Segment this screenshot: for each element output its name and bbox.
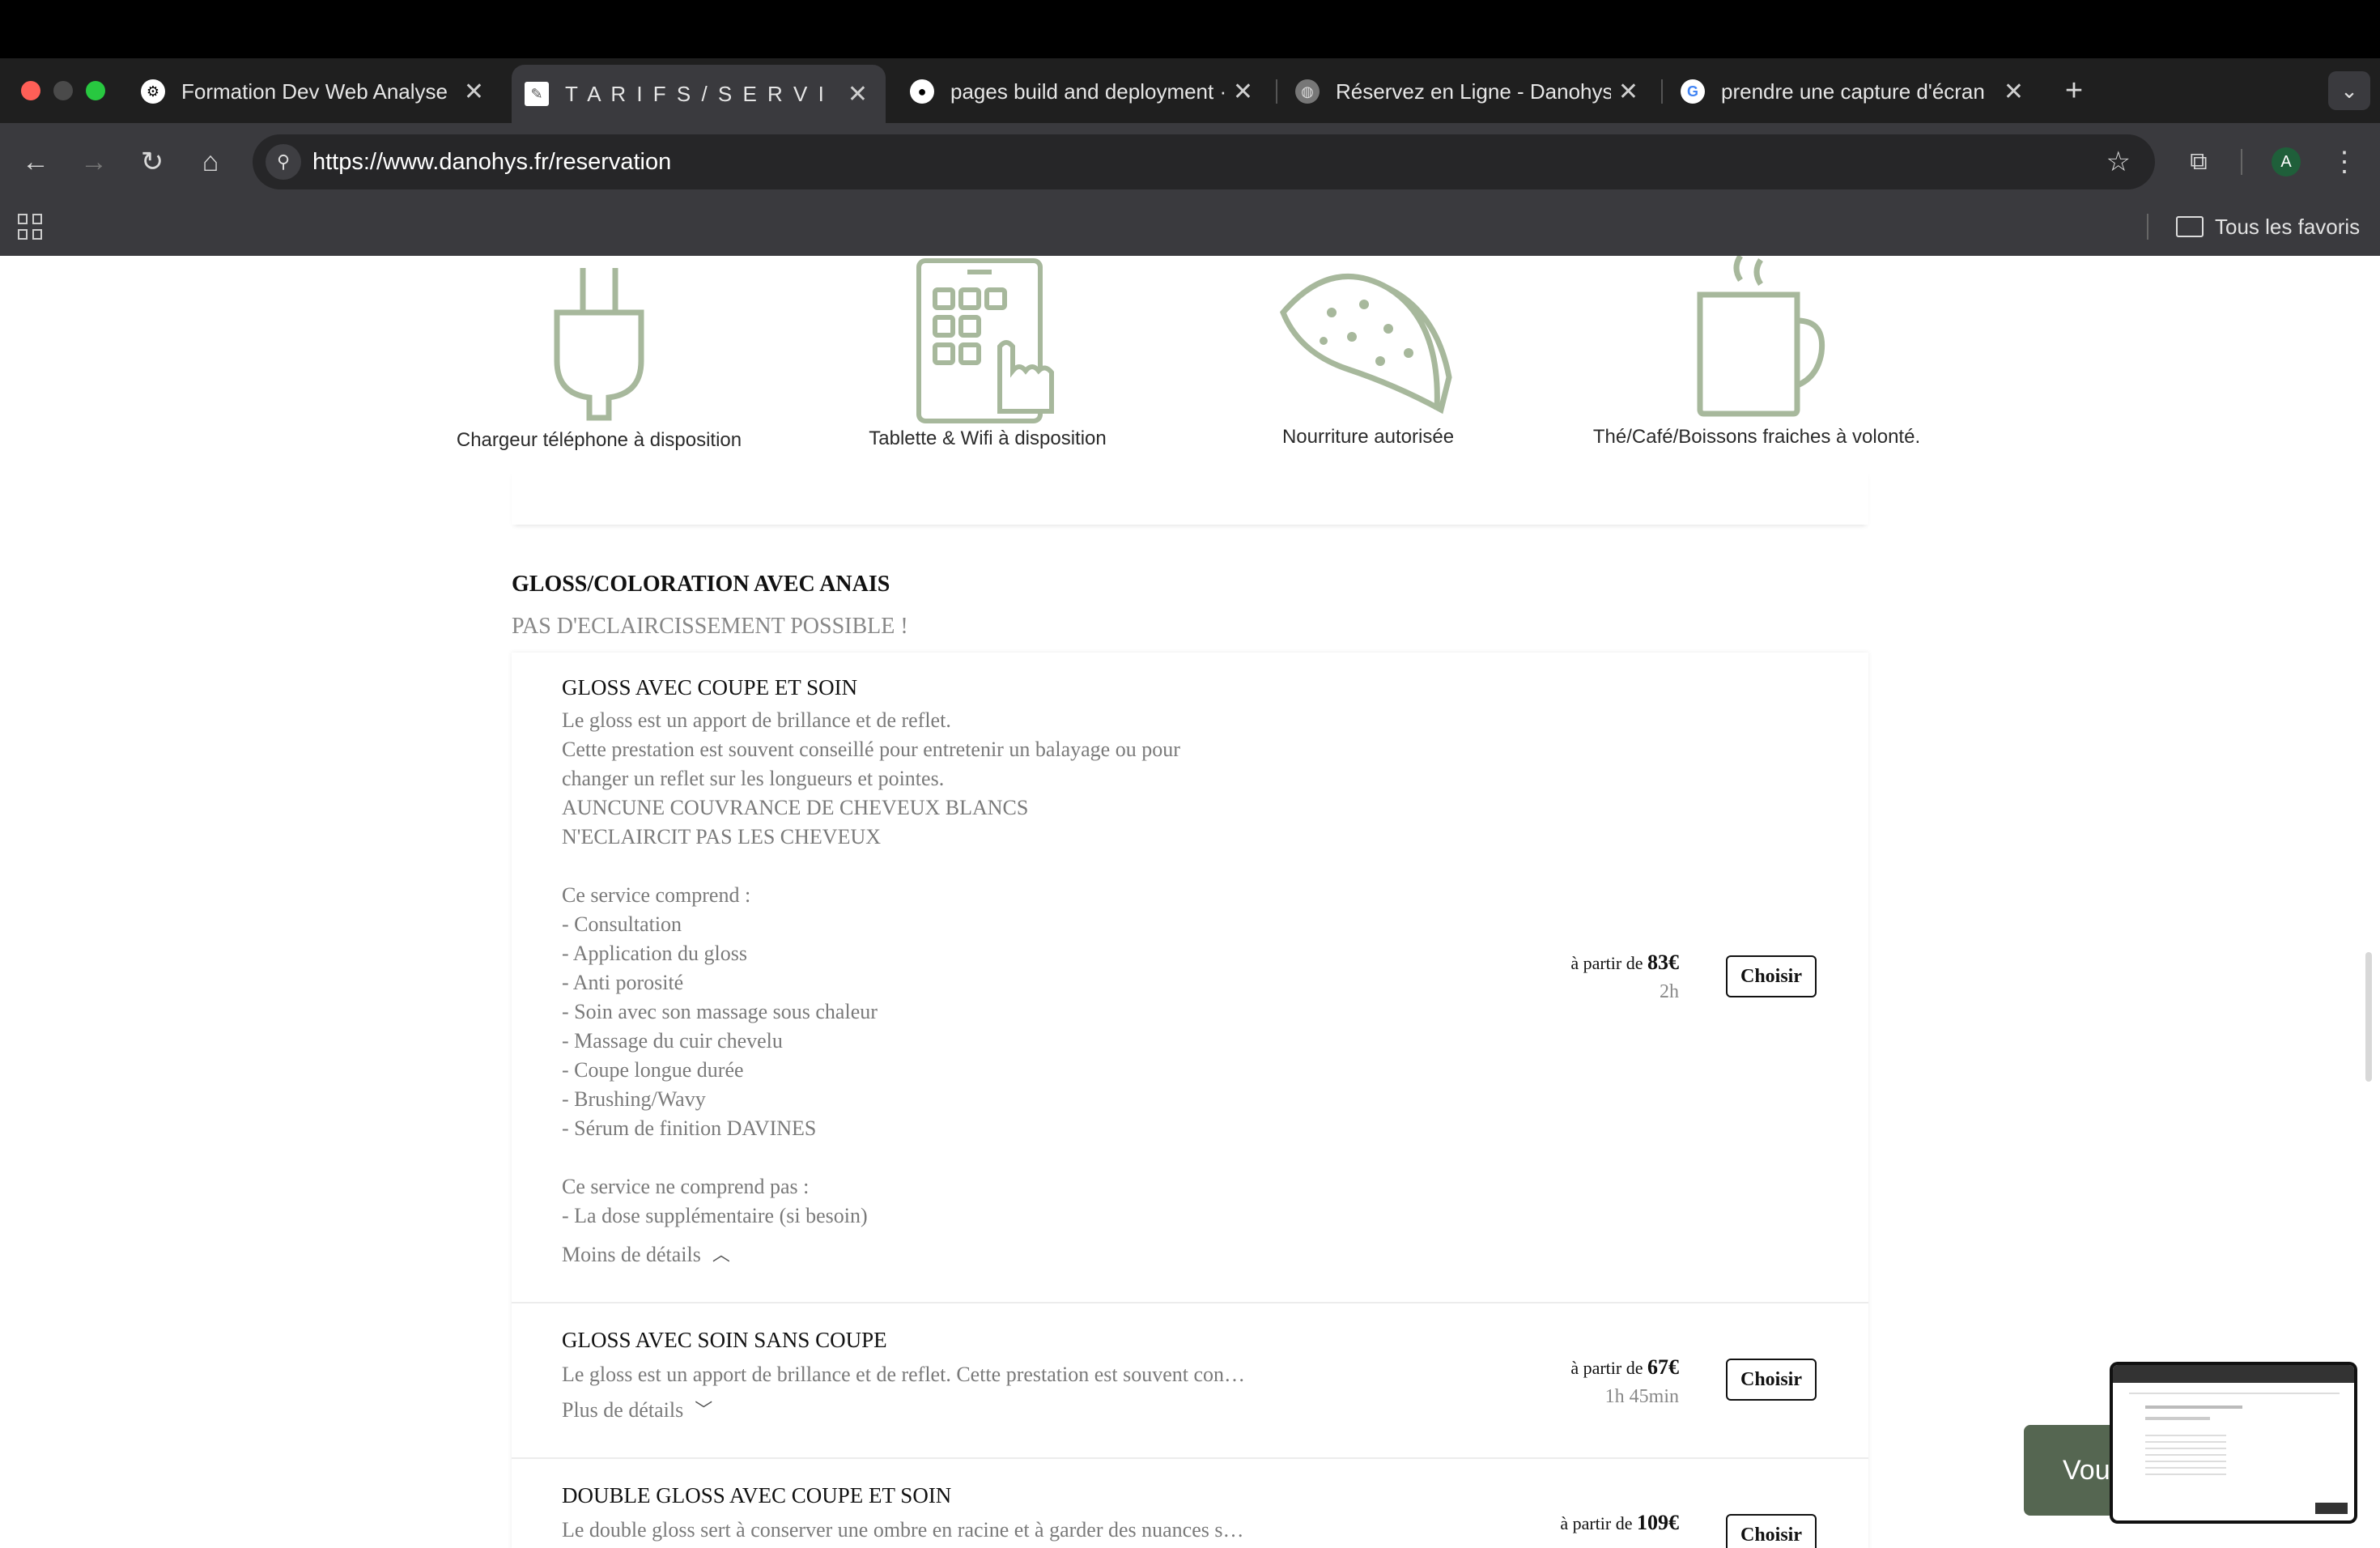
chevron-down-icon: ﹀ bbox=[695, 1400, 713, 1420]
new-tab-button[interactable]: + bbox=[2056, 73, 2092, 108]
price-block: à partir de 83€ 2h bbox=[1570, 950, 1679, 1002]
less-details-toggle[interactable]: Moins de détails ︿ bbox=[562, 1240, 730, 1269]
close-tab-icon[interactable]: ✕ bbox=[1618, 78, 1638, 106]
service-description: Le gloss est un apport de brillance et d… bbox=[562, 1363, 1246, 1386]
google-icon: G bbox=[1681, 79, 1705, 104]
price: 109€ bbox=[1637, 1511, 1679, 1534]
home-button[interactable]: ⌂ bbox=[193, 144, 228, 180]
amenity-label: Nourriture autorisée bbox=[1281, 426, 1455, 448]
service-title: GLOSS AVEC COUPE ET SOIN bbox=[562, 675, 858, 700]
folder-icon bbox=[2176, 216, 2204, 237]
tab-search-button[interactable]: ⌄ bbox=[2328, 71, 2370, 110]
tab-pages-build[interactable]: ● pages build and deployment · ✕ bbox=[890, 68, 1271, 115]
amenity-label: Thé/Café/Boissons fraiches à volonté. bbox=[1592, 426, 1921, 448]
bookmarks-bar bbox=[0, 201, 2380, 257]
price: 83€ bbox=[1647, 950, 1679, 974]
address-bar[interactable]: ⚲ https://www.danohys.fr/reservation ☆ bbox=[253, 134, 2155, 189]
all-bookmarks-folder[interactable]: Tous les favoris bbox=[2176, 212, 2360, 241]
apps-grid-icon[interactable] bbox=[18, 214, 44, 240]
site-settings-icon[interactable]: ⚲ bbox=[266, 144, 301, 180]
service-title: GLOSS AVEC SOIN SANS COUPE bbox=[562, 1328, 887, 1352]
plug-icon bbox=[554, 268, 644, 421]
price: 67€ bbox=[1647, 1355, 1679, 1379]
choose-button[interactable]: Choisir bbox=[1726, 1359, 1817, 1401]
page-content: Chargeur téléphone à disposition Tablett… bbox=[0, 256, 2380, 1548]
service-description: Le double gloss sert à conserver une omb… bbox=[562, 1518, 1244, 1542]
minimize-window-button[interactable] bbox=[53, 81, 73, 100]
tab-reservez[interactable]: ◍ Réservez en Ligne - Danohys ✕ bbox=[1276, 68, 1656, 115]
amenities-card-bottom bbox=[512, 470, 1868, 525]
close-tab-icon[interactable]: ✕ bbox=[1233, 78, 1253, 106]
more-details-toggle[interactable]: Plus de détails ﹀ bbox=[562, 1396, 712, 1425]
forward-button[interactable]: → bbox=[76, 144, 112, 180]
price-block: à partir de 109€ bbox=[1560, 1511, 1679, 1534]
close-tab-icon[interactable]: ✕ bbox=[464, 78, 484, 106]
bookmark-star-icon[interactable]: ☆ bbox=[2106, 146, 2131, 178]
mug-icon bbox=[1697, 256, 1825, 417]
amenity-charger: Chargeur téléphone à disposition bbox=[445, 256, 753, 452]
amenity-label: Tablette & Wifi à disposition bbox=[869, 427, 1107, 449]
amenity-tablet: Tablette & Wifi à disposition bbox=[834, 256, 1141, 450]
close-tab-icon[interactable]: ✕ bbox=[848, 80, 868, 108]
bookmarks-separator bbox=[2147, 214, 2148, 240]
menu-icon[interactable]: ⋮ bbox=[2327, 144, 2362, 180]
section-title: GLOSS/COLORATION AVEC ANAIS bbox=[512, 572, 890, 597]
url-text: https://www.danohys.fr/reservation bbox=[312, 148, 672, 175]
close-window-button[interactable] bbox=[21, 81, 40, 100]
github-icon: ● bbox=[910, 79, 934, 104]
tab-tarifs[interactable]: ✎ T A R I F S / S E R V I C E S | D ✕ bbox=[512, 65, 886, 123]
choose-button[interactable]: Choisir bbox=[1726, 955, 1817, 997]
divider bbox=[512, 1302, 1868, 1303]
chevron-up-icon: ︿ bbox=[712, 1244, 730, 1265]
section-subtitle: PAS D'ECLAIRCISSEMENT POSSIBLE ! bbox=[512, 614, 908, 639]
top-bar bbox=[0, 0, 2380, 58]
scrollbar-thumb[interactable] bbox=[2365, 952, 2372, 1082]
brush-icon: ✎ bbox=[525, 82, 549, 106]
screenshot-thumbnail[interactable] bbox=[2110, 1362, 2357, 1524]
divider bbox=[512, 1457, 1868, 1459]
service-title: DOUBLE GLOSS AVEC COUPE ET SOIN bbox=[562, 1483, 952, 1508]
tablet-icon bbox=[916, 258, 1054, 423]
zoom-window-button[interactable] bbox=[86, 81, 105, 100]
toolbar-separator bbox=[2241, 149, 2242, 175]
extensions-icon[interactable]: ⧉ bbox=[2181, 144, 2216, 180]
amenity-drinks: Thé/Café/Boissons fraiches à volonté. bbox=[1562, 256, 1951, 449]
taco-icon bbox=[1279, 274, 1452, 415]
tab-formation[interactable]: ⚙ Formation Dev Web Analyse ✕ bbox=[121, 68, 502, 115]
duration: 2h bbox=[1660, 981, 1679, 1002]
price-block: à partir de 67€ 1h 45min bbox=[1570, 1355, 1679, 1407]
tab-google[interactable]: G prendre une capture d'écran ✕ bbox=[1661, 68, 2042, 115]
openai-icon: ⚙ bbox=[141, 79, 165, 104]
reload-button[interactable]: ↻ bbox=[134, 144, 170, 180]
avatar[interactable]: A bbox=[2272, 147, 2301, 176]
amenity-label: Chargeur téléphone à disposition bbox=[456, 429, 742, 451]
close-tab-icon[interactable]: ✕ bbox=[2004, 78, 2024, 106]
service-description: Le gloss est un apport de brillance et d… bbox=[562, 708, 1180, 1227]
globe-icon: ◍ bbox=[1295, 79, 1320, 104]
back-button[interactable]: ← bbox=[18, 144, 53, 180]
amenity-food: Nourriture autorisée bbox=[1214, 256, 1522, 449]
duration: 1h 45min bbox=[1604, 1386, 1679, 1407]
choose-button[interactable]: Choisir bbox=[1726, 1514, 1817, 1548]
